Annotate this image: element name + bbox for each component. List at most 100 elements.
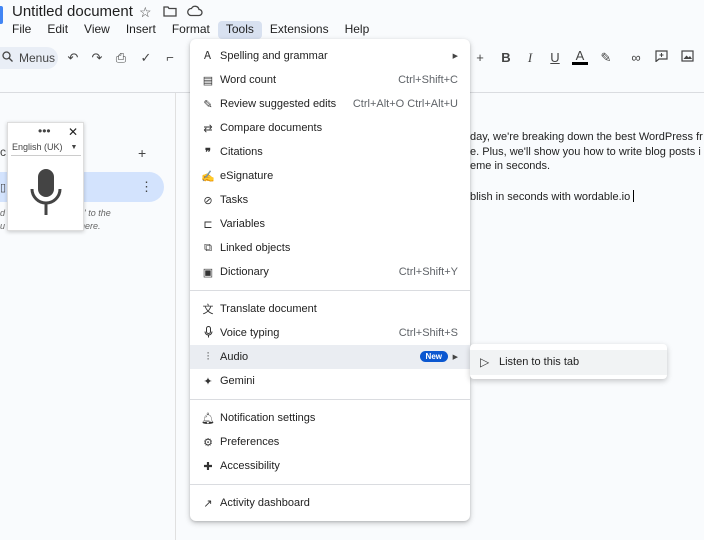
menu-insert[interactable]: Insert — [118, 21, 164, 39]
more-options-icon[interactable]: ••• — [38, 124, 51, 138]
star-icon[interactable]: ☆ — [139, 4, 152, 21]
italic-icon[interactable]: I — [522, 50, 538, 66]
doc-line[interactable]: day, we're breaking down the best WordPr… — [470, 131, 703, 143]
menu-item-tasks[interactable]: ⊘ Tasks — [190, 188, 470, 212]
spellcheck-icon: Ꭺ — [204, 49, 212, 62]
tab-doc-icon: ▯ — [0, 182, 7, 194]
text-color-icon[interactable]: A — [572, 49, 588, 65]
compare-icon: ⇄ — [203, 122, 213, 135]
menu-separator — [190, 484, 470, 485]
close-icon[interactable]: ✕ — [68, 125, 78, 139]
language-label: English (UK) — [12, 142, 63, 152]
voice-typing-widget: ••• ✕ English (UK) ▼ — [7, 122, 84, 231]
menu-item-linked-objects[interactable]: ⧉ Linked objects — [190, 236, 470, 260]
linked-objects-icon: ⧉ — [204, 241, 212, 254]
sidebar-hint-fragment: d — [0, 208, 6, 218]
menu-item-notification-settings[interactable]: 🔔︎ Notification settings — [190, 406, 470, 430]
search-icon — [2, 51, 13, 65]
move-folder-icon[interactable] — [163, 4, 177, 20]
sidebar-hint-fragment: u — [0, 221, 6, 231]
menu-item-gemini[interactable]: ✦ Gemini — [190, 369, 470, 393]
quote-icon: ❞ — [205, 146, 211, 159]
accessibility-icon: ✚ — [203, 460, 213, 473]
dictionary-icon: ▣ — [202, 266, 214, 279]
preferences-icon: ⚙ — [203, 436, 213, 449]
image-icon[interactable] — [679, 50, 695, 65]
print-icon[interactable]: ⎙ — [113, 50, 129, 66]
translate-icon: 文 — [202, 304, 214, 316]
increase-font-icon[interactable]: + — [472, 50, 488, 65]
menu-item-translate[interactable]: 文 Translate document — [190, 297, 470, 321]
microphone-icon — [201, 325, 215, 341]
doc-line: blish in seconds with wordable.io — [470, 191, 631, 203]
new-badge: New — [419, 351, 448, 362]
menu-help[interactable]: Help — [337, 21, 378, 39]
gemini-icon: ✦ — [203, 375, 213, 388]
menus-label: Menus — [19, 51, 56, 65]
menu-item-citations[interactable]: ❞ Citations — [190, 140, 470, 164]
listen-icon: ▷ — [480, 355, 490, 369]
menu-item-compare[interactable]: ⇄ Compare documents — [190, 116, 470, 140]
docs-logo[interactable] — [0, 6, 3, 24]
menu-edit[interactable]: Edit — [39, 21, 76, 39]
tools-menu: Ꭺ Spelling and grammar ▶ ▤ Word count Ct… — [190, 39, 470, 521]
text-cursor — [633, 190, 635, 202]
submenu-arrow-icon: ▶ — [452, 354, 458, 361]
menu-item-esignature[interactable]: ✍ eSignature — [190, 164, 470, 188]
menu-extensions[interactable]: Extensions — [262, 21, 337, 39]
bold-icon[interactable]: B — [498, 50, 514, 65]
word-count-icon: ▤ — [202, 74, 214, 87]
menu-item-preferences[interactable]: ⚙ Preferences — [190, 430, 470, 454]
menu-item-audio[interactable]: ⫶ Audio New ▶ — [190, 345, 470, 369]
language-underline — [11, 155, 81, 156]
redo-icon[interactable]: ↷ — [89, 50, 105, 66]
menu-separator — [190, 290, 470, 291]
undo-icon[interactable]: ↶ — [65, 50, 81, 66]
doc-line[interactable]: eme in seconds. — [470, 160, 550, 172]
add-tab-icon[interactable]: + — [138, 145, 146, 161]
menu-item-spelling-grammar[interactable]: Ꭺ Spelling and grammar ▶ — [190, 44, 470, 68]
outline-heading-fragment: c — [0, 145, 6, 159]
menu-item-word-count[interactable]: ▤ Word count Ctrl+Shift+C — [190, 68, 470, 92]
page-edge — [175, 93, 176, 540]
variables-icon: ⊏ — [203, 218, 213, 231]
spellcheck-toolbar-icon[interactable]: ✓ — [138, 50, 154, 66]
menu-format[interactable]: Format — [164, 21, 218, 39]
review-edits-icon: ✎ — [203, 98, 213, 111]
doc-line[interactable]: e. Plus, we'll show you how to write blo… — [470, 146, 701, 158]
audio-icon: ⫶ — [206, 350, 210, 363]
trending-icon: ↗ — [203, 497, 213, 510]
tab-options-icon[interactable]: ⋮ — [140, 179, 153, 195]
microphone-button[interactable] — [28, 167, 64, 224]
menu-item-activity-dashboard[interactable]: ↗ Activity dashboard — [190, 491, 470, 515]
link-icon[interactable]: ∞ — [628, 50, 644, 65]
doc-line-with-cursor[interactable]: blish in seconds with wordable.io — [470, 190, 635, 203]
chevron-down-icon: ▼ — [70, 143, 78, 151]
menu-view[interactable]: View — [76, 21, 118, 39]
menu-item-review-edits[interactable]: ✎ Review suggested edits Ctrl+Alt+O Ctrl… — [190, 92, 470, 116]
highlight-icon[interactable]: ✎ — [598, 50, 614, 66]
microphone-icon — [30, 169, 62, 215]
cloud-saved-icon[interactable] — [187, 4, 203, 20]
underline-icon[interactable]: U — [547, 50, 563, 65]
menu-file[interactable]: File — [4, 21, 39, 39]
menus-search[interactable]: Menus — [0, 47, 58, 69]
menu-item-variables[interactable]: ⊏ Variables — [190, 212, 470, 236]
paint-format-icon[interactable]: ⌐ — [162, 50, 178, 65]
sidebar-hint: ' to the — [84, 208, 111, 218]
menu-item-listen-to-tab[interactable]: ▷ Listen to this tab — [470, 350, 667, 375]
menu-bar: File Edit View Insert Format Tools Exten… — [4, 21, 377, 39]
bell-icon: 🔔︎ — [201, 412, 215, 425]
tasks-icon: ⊘ — [203, 194, 213, 207]
submenu-arrow-icon: ▶ — [452, 53, 458, 60]
audio-submenu: ▷ Listen to this tab — [470, 344, 667, 379]
menu-tools[interactable]: Tools — [217, 21, 262, 39]
menu-item-dictionary[interactable]: ▣ Dictionary Ctrl+Shift+Y — [190, 260, 470, 284]
menu-item-accessibility[interactable]: ✚ Accessibility — [190, 454, 470, 478]
language-select[interactable]: English (UK) ▼ — [12, 142, 77, 152]
comment-icon[interactable] — [653, 50, 669, 65]
menu-separator — [190, 399, 470, 400]
menu-item-voice-typing[interactable]: Voice typing Ctrl+Shift+S — [190, 321, 470, 345]
doc-title[interactable]: Untitled document — [12, 3, 133, 20]
signature-icon: ✍ — [201, 170, 215, 183]
